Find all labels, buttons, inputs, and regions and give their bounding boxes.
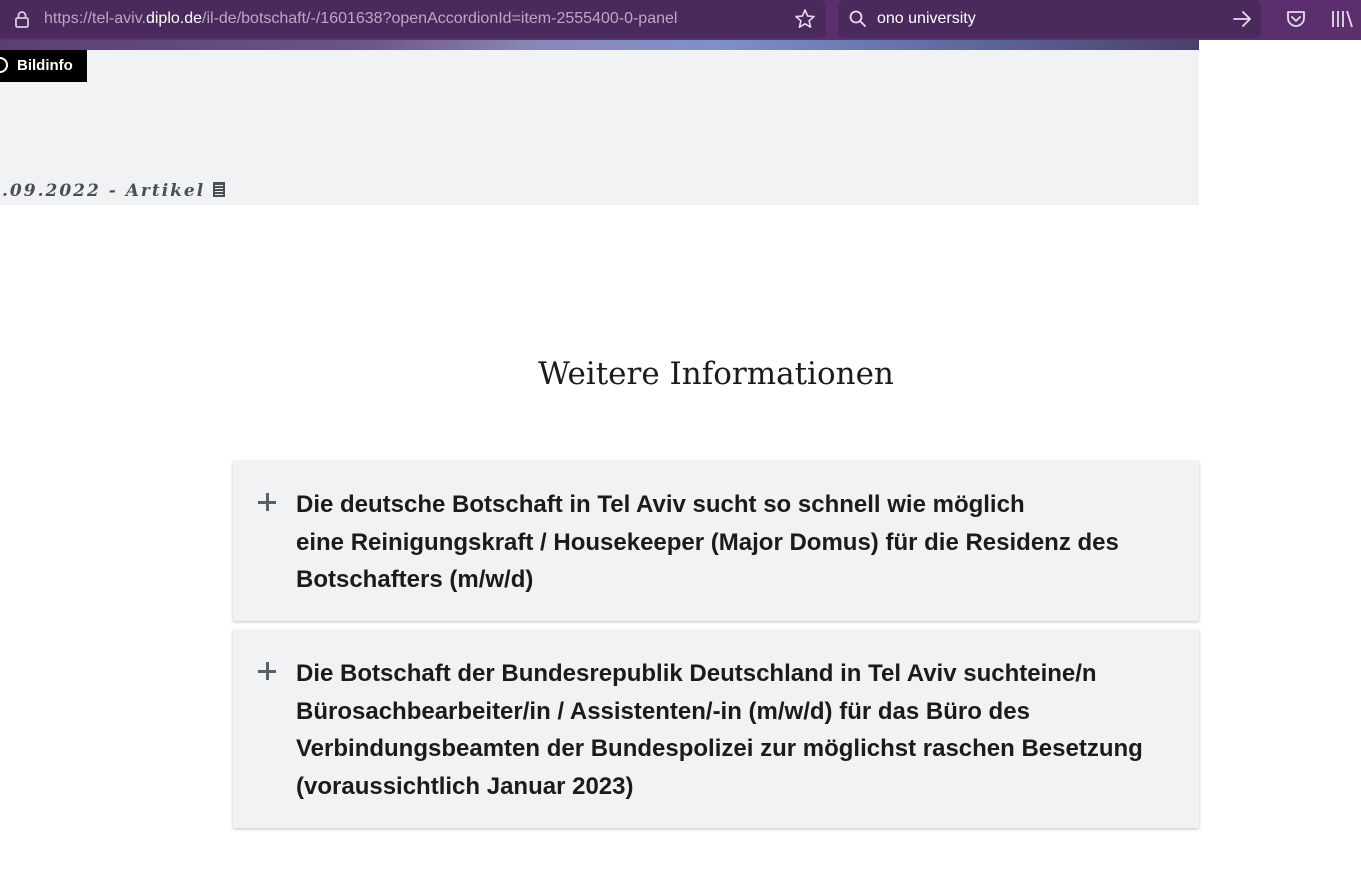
url-host: diplo.de (145, 10, 203, 27)
accordion-title-line: Bürosachbearbeiter/in / Assistenten/-in … (296, 697, 1030, 725)
url-prefix: https://tel-aviv. (44, 10, 146, 27)
url-text[interactable]: https://tel-aviv.diplo.de/il-de/botschaf… (44, 10, 677, 28)
accordion-title-line: (voraussichtlich Januar 2023) (296, 772, 634, 800)
article-date-type: .09.2022 - Artikel (2, 181, 206, 201)
info-icon (0, 57, 8, 73)
go-arrow-icon[interactable] (1231, 9, 1253, 29)
search-input[interactable]: ono university (877, 10, 976, 28)
library-icon[interactable] (1330, 8, 1356, 30)
article-meta: .09.2022 - Artikel (2, 181, 226, 201)
accordion-title-line: eine Reinigungskraft / Housekeeper (Majo… (296, 528, 1119, 556)
plus-icon[interactable] (258, 662, 276, 680)
accordion-title-line: Botschafters (m/w/d) (296, 566, 534, 593)
accordion-title-line: Die deutsche Botschaft in Tel Aviv sucht… (296, 491, 1025, 518)
star-icon[interactable] (794, 8, 816, 30)
search-bar[interactable]: ono university (838, 0, 1261, 38)
accordion-title[interactable]: Die Botschaft der Bundesrepublik Deutsch… (296, 655, 1166, 805)
accordion-item-buerosachbearbeiter[interactable]: Die Botschaft der Bundesrepublik Deutsch… (233, 630, 1199, 828)
url-bar[interactable]: https://tel-aviv.diplo.de/il-de/botschaf… (0, 0, 826, 38)
article-meta-panel: .09.2022 - Artikel (0, 50, 1199, 205)
url-path: /il-de/botschaft/-/1601638?openAccordion… (202, 10, 678, 27)
bildinfo-button[interactable]: Bildinfo (0, 50, 87, 82)
search-icon (849, 10, 866, 27)
lock-icon[interactable] (12, 9, 32, 29)
bildinfo-label: Bildinfo (17, 57, 73, 74)
accordion-title-line: Die Botschaft der Bundesrepublik Deutsch… (296, 660, 1097, 687)
section-title: Weitere Informationen (538, 356, 894, 392)
plus-icon[interactable] (258, 493, 276, 511)
accordion-item-housekeeper[interactable]: Die deutsche Botschaft in Tel Aviv sucht… (233, 461, 1199, 621)
accordion-title-line: Verbindungsbeamten der Bundespolizei zur… (296, 735, 1143, 762)
document-icon (213, 182, 226, 197)
accordion-title[interactable]: Die deutsche Botschaft in Tel Aviv sucht… (296, 486, 1166, 599)
hero-image (0, 40, 1199, 50)
pocket-icon[interactable] (1285, 8, 1307, 30)
browser-toolbar: https://tel-aviv.diplo.de/il-de/botschaf… (0, 0, 1361, 40)
